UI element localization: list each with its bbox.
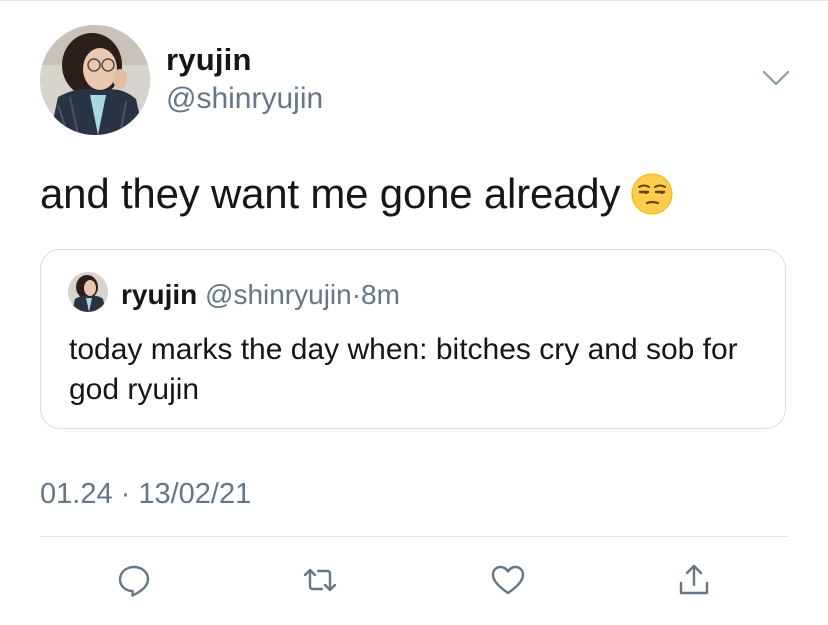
heart-icon	[491, 565, 525, 595]
chevron-down-icon[interactable]	[760, 66, 792, 90]
quoted-separator: ·	[351, 279, 362, 310]
author-display-name[interactable]: ryujin	[166, 42, 252, 78]
retweet-icon	[303, 568, 337, 592]
quoted-tweet-header: ryujin @shinryujin·8m	[121, 279, 400, 311]
like-button[interactable]	[490, 562, 526, 598]
quoted-author-name: ryujin	[121, 279, 198, 310]
quoted-tweet-card[interactable]: ryujin @shinryujin·8m today marks the da…	[40, 249, 786, 429]
quoted-author-handle: @shinryujin	[205, 279, 352, 310]
tweet-text-content: and they want me gone already	[40, 170, 621, 217]
quoted-avatar-photo	[68, 272, 108, 312]
author-handle[interactable]: @shinryujin	[166, 82, 323, 116]
retweet-button[interactable]	[302, 562, 338, 598]
share-button[interactable]	[676, 562, 712, 598]
share-icon	[679, 564, 709, 595]
reply-button[interactable]	[116, 562, 152, 598]
quoted-time: 8m	[361, 279, 400, 310]
tweet-text: and they want me gone already	[40, 170, 674, 218]
actions-divider	[40, 536, 788, 537]
quoted-author-avatar	[68, 272, 108, 312]
author-avatar[interactable]	[40, 25, 150, 135]
unamused-face-emoji	[630, 172, 674, 216]
tweet-timestamp: 01.24 · 13/02/21	[40, 478, 252, 510]
avatar-photo	[40, 25, 150, 135]
reply-icon	[118, 565, 150, 597]
quoted-tweet-text: today marks the day when: bitches cry an…	[69, 333, 738, 406]
top-divider	[0, 0, 828, 1]
